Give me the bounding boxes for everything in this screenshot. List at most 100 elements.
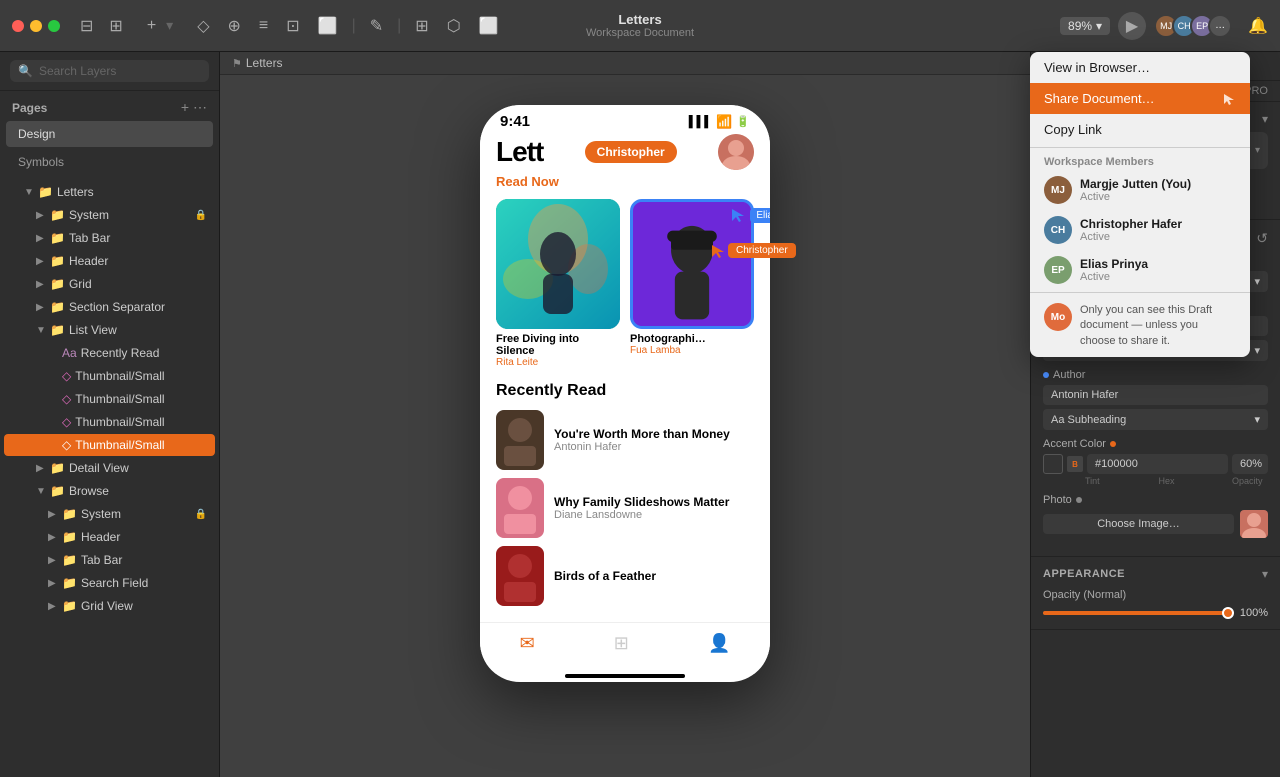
- slice-icon[interactable]: ⬡: [443, 12, 465, 40]
- search-box[interactable]: 🔍: [10, 60, 209, 82]
- layer-thumbnail-1[interactable]: ▶ ◇ Thumbnail/Small: [4, 365, 215, 387]
- layer-browse-system[interactable]: ▶ 📁 System 🔒: [4, 503, 215, 525]
- app-logo: Lett: [496, 138, 543, 166]
- hotspot-icon[interactable]: ⬜: [475, 12, 503, 40]
- appearance-label: APPEARANCE: [1043, 568, 1125, 580]
- member-elias: EP Elias Prinya Active: [1030, 250, 1250, 290]
- window-icon[interactable]: ⊟: [76, 12, 97, 40]
- opacity-slider[interactable]: [1043, 611, 1234, 615]
- add-button[interactable]: +: [143, 13, 160, 39]
- phone-status-bar: 9:41 ▌▌▌ 📶 🔋: [480, 105, 770, 134]
- zoom-control[interactable]: 89% ▾: [1060, 17, 1110, 35]
- layer-detail-view[interactable]: ▶ 📁 Detail View: [4, 457, 215, 479]
- recent-text-1: You're Worth More than Money Antonin Haf…: [554, 427, 754, 453]
- member-avatar-margje: MJ: [1044, 176, 1072, 204]
- layer-thumbnail-active[interactable]: ▶ ◇ Thumbnail/Small: [4, 434, 215, 456]
- section-collapse-icon[interactable]: ▾: [1262, 112, 1268, 126]
- choose-image-button[interactable]: Choose Image…: [1043, 514, 1234, 534]
- pages-menu-button[interactable]: ⋯: [193, 99, 207, 116]
- hex-input[interactable]: #100000: [1087, 454, 1228, 474]
- text-icon: Aa: [62, 346, 77, 360]
- layer-grid[interactable]: ▶ 📁 Grid: [4, 273, 215, 295]
- close-button[interactable]: [12, 20, 24, 32]
- layer-section-separator[interactable]: ▶ 📁 Section Separator: [4, 296, 215, 318]
- layer-tab-bar[interactable]: ▶ 📁 Tab Bar: [4, 227, 215, 249]
- opacity-input[interactable]: 60%: [1232, 454, 1268, 474]
- copy-link-item[interactable]: Copy Link: [1030, 114, 1250, 145]
- signal-icon: ▌▌▌: [689, 116, 712, 128]
- accent-color-controls: B #100000 60%: [1043, 454, 1268, 474]
- recent-text-3: Birds of a Feather: [554, 569, 754, 583]
- layer-list-view[interactable]: ▼ 📁 List View: [4, 319, 215, 341]
- play-button[interactable]: ▶: [1118, 12, 1146, 40]
- layer-browse-header[interactable]: ▶ 📁 Header: [4, 526, 215, 548]
- pen-icon[interactable]: ✎: [366, 12, 387, 40]
- chevron-right-icon: ▶: [48, 578, 58, 589]
- christopher-cursor: Christopher: [710, 243, 796, 259]
- appearance-toggle-icon[interactable]: ▾: [1262, 567, 1268, 581]
- chevron-right-icon: ▶: [36, 256, 46, 267]
- opacity-slider-row: 100%: [1043, 607, 1268, 619]
- layer-header[interactable]: ▶ 📁 Header: [4, 250, 215, 272]
- member-christopher: CH Christopher Hafer Active: [1030, 210, 1250, 250]
- tint-label: Tint: [1085, 476, 1157, 486]
- author-label: Author: [1043, 369, 1085, 381]
- view-in-browser-item[interactable]: View in Browser…: [1030, 52, 1250, 83]
- insert-icon[interactable]: ◇: [193, 12, 213, 40]
- layer-letters-root[interactable]: ▼ 📁 Letters: [4, 181, 215, 203]
- collaborator-avatars: MJ CH EP …: [1154, 14, 1232, 38]
- avatar-more[interactable]: …: [1208, 14, 1232, 38]
- layer-search-field[interactable]: ▶ 📁 Search Field: [4, 572, 215, 594]
- color-swatch[interactable]: [1043, 454, 1063, 474]
- logo-text: Lett: [496, 138, 543, 166]
- color-labels: Tint Hex Opacity: [1043, 476, 1268, 486]
- cursor-icon: [1222, 92, 1236, 106]
- christopher-badge: Christopher: [728, 243, 796, 258]
- tab-letters-icon[interactable]: ✉: [520, 633, 535, 654]
- tab-people-icon[interactable]: 👤: [708, 633, 730, 654]
- fullscreen-button[interactable]: [48, 20, 60, 32]
- recent-thumb-2: [496, 478, 544, 538]
- member-name-margje: Margje Jutten (You): [1080, 177, 1236, 191]
- author-row: Author: [1043, 369, 1268, 381]
- component-icon[interactable]: ⊡: [282, 12, 303, 40]
- author-input[interactable]: Antonin Hafer: [1043, 385, 1268, 405]
- page-symbols[interactable]: Symbols: [6, 149, 213, 175]
- layer-thumbnail-3[interactable]: ▶ ◇ Thumbnail/Small: [4, 411, 215, 433]
- breadcrumb: ⚑ Letters: [220, 52, 1030, 75]
- layer-system-1[interactable]: ▶ 📁 System 🔒: [4, 204, 215, 226]
- member-status-elias: Active: [1080, 271, 1236, 283]
- layer-browse-tabbar[interactable]: ▶ 📁 Tab Bar: [4, 549, 215, 571]
- page-design[interactable]: Design: [6, 121, 213, 147]
- canvas-content[interactable]: 9:41 ▌▌▌ 📶 🔋 Lett Christopher: [220, 75, 1030, 777]
- notification-bell-icon[interactable]: 🔔: [1248, 16, 1268, 36]
- chevron-right-icon: ▶: [36, 210, 46, 221]
- photo-controls: Choose Image…: [1043, 510, 1268, 538]
- layer-browse[interactable]: ▼ 📁 Browse: [4, 480, 215, 502]
- layer-grid-view[interactable]: ▶ 📁 Grid View: [4, 595, 215, 617]
- add-page-button[interactable]: +: [181, 99, 189, 116]
- frame-icon[interactable]: ⬜: [314, 12, 342, 40]
- folder-icon: 📁: [50, 208, 65, 222]
- layout-icon[interactable]: ⊞: [411, 12, 432, 40]
- opacity-value: 100%: [1240, 607, 1268, 619]
- align-icon[interactable]: ≡: [255, 13, 272, 39]
- draft-avatar: Mo: [1044, 303, 1072, 331]
- folder-icon: 📁: [50, 254, 65, 268]
- grid-icon[interactable]: ⊞: [105, 12, 126, 40]
- share-document-item[interactable]: Share Document…: [1030, 83, 1250, 114]
- author-style-select[interactable]: Aa Subheading ▾: [1043, 409, 1268, 430]
- refresh-icon[interactable]: ↺: [1256, 230, 1268, 247]
- layer-thumbnail-2[interactable]: ▶ ◇ Thumbnail/Small: [4, 388, 215, 410]
- minimize-button[interactable]: [30, 20, 42, 32]
- tab-grid-icon[interactable]: ⊞: [614, 633, 629, 654]
- status-icons: ▌▌▌ 📶 🔋: [689, 114, 750, 130]
- battery-icon: 🔋: [736, 115, 750, 128]
- override-photo: Photo Choose Image…: [1043, 494, 1268, 538]
- book-author-1: Rita Leite: [496, 357, 620, 368]
- format-icon[interactable]: ⊕: [224, 12, 245, 40]
- search-input[interactable]: [39, 64, 201, 78]
- b-icon: B: [1072, 460, 1078, 469]
- layer-recently-read[interactable]: ▶ Aa Recently Read: [4, 342, 215, 364]
- folder-icon: 📁: [50, 277, 65, 291]
